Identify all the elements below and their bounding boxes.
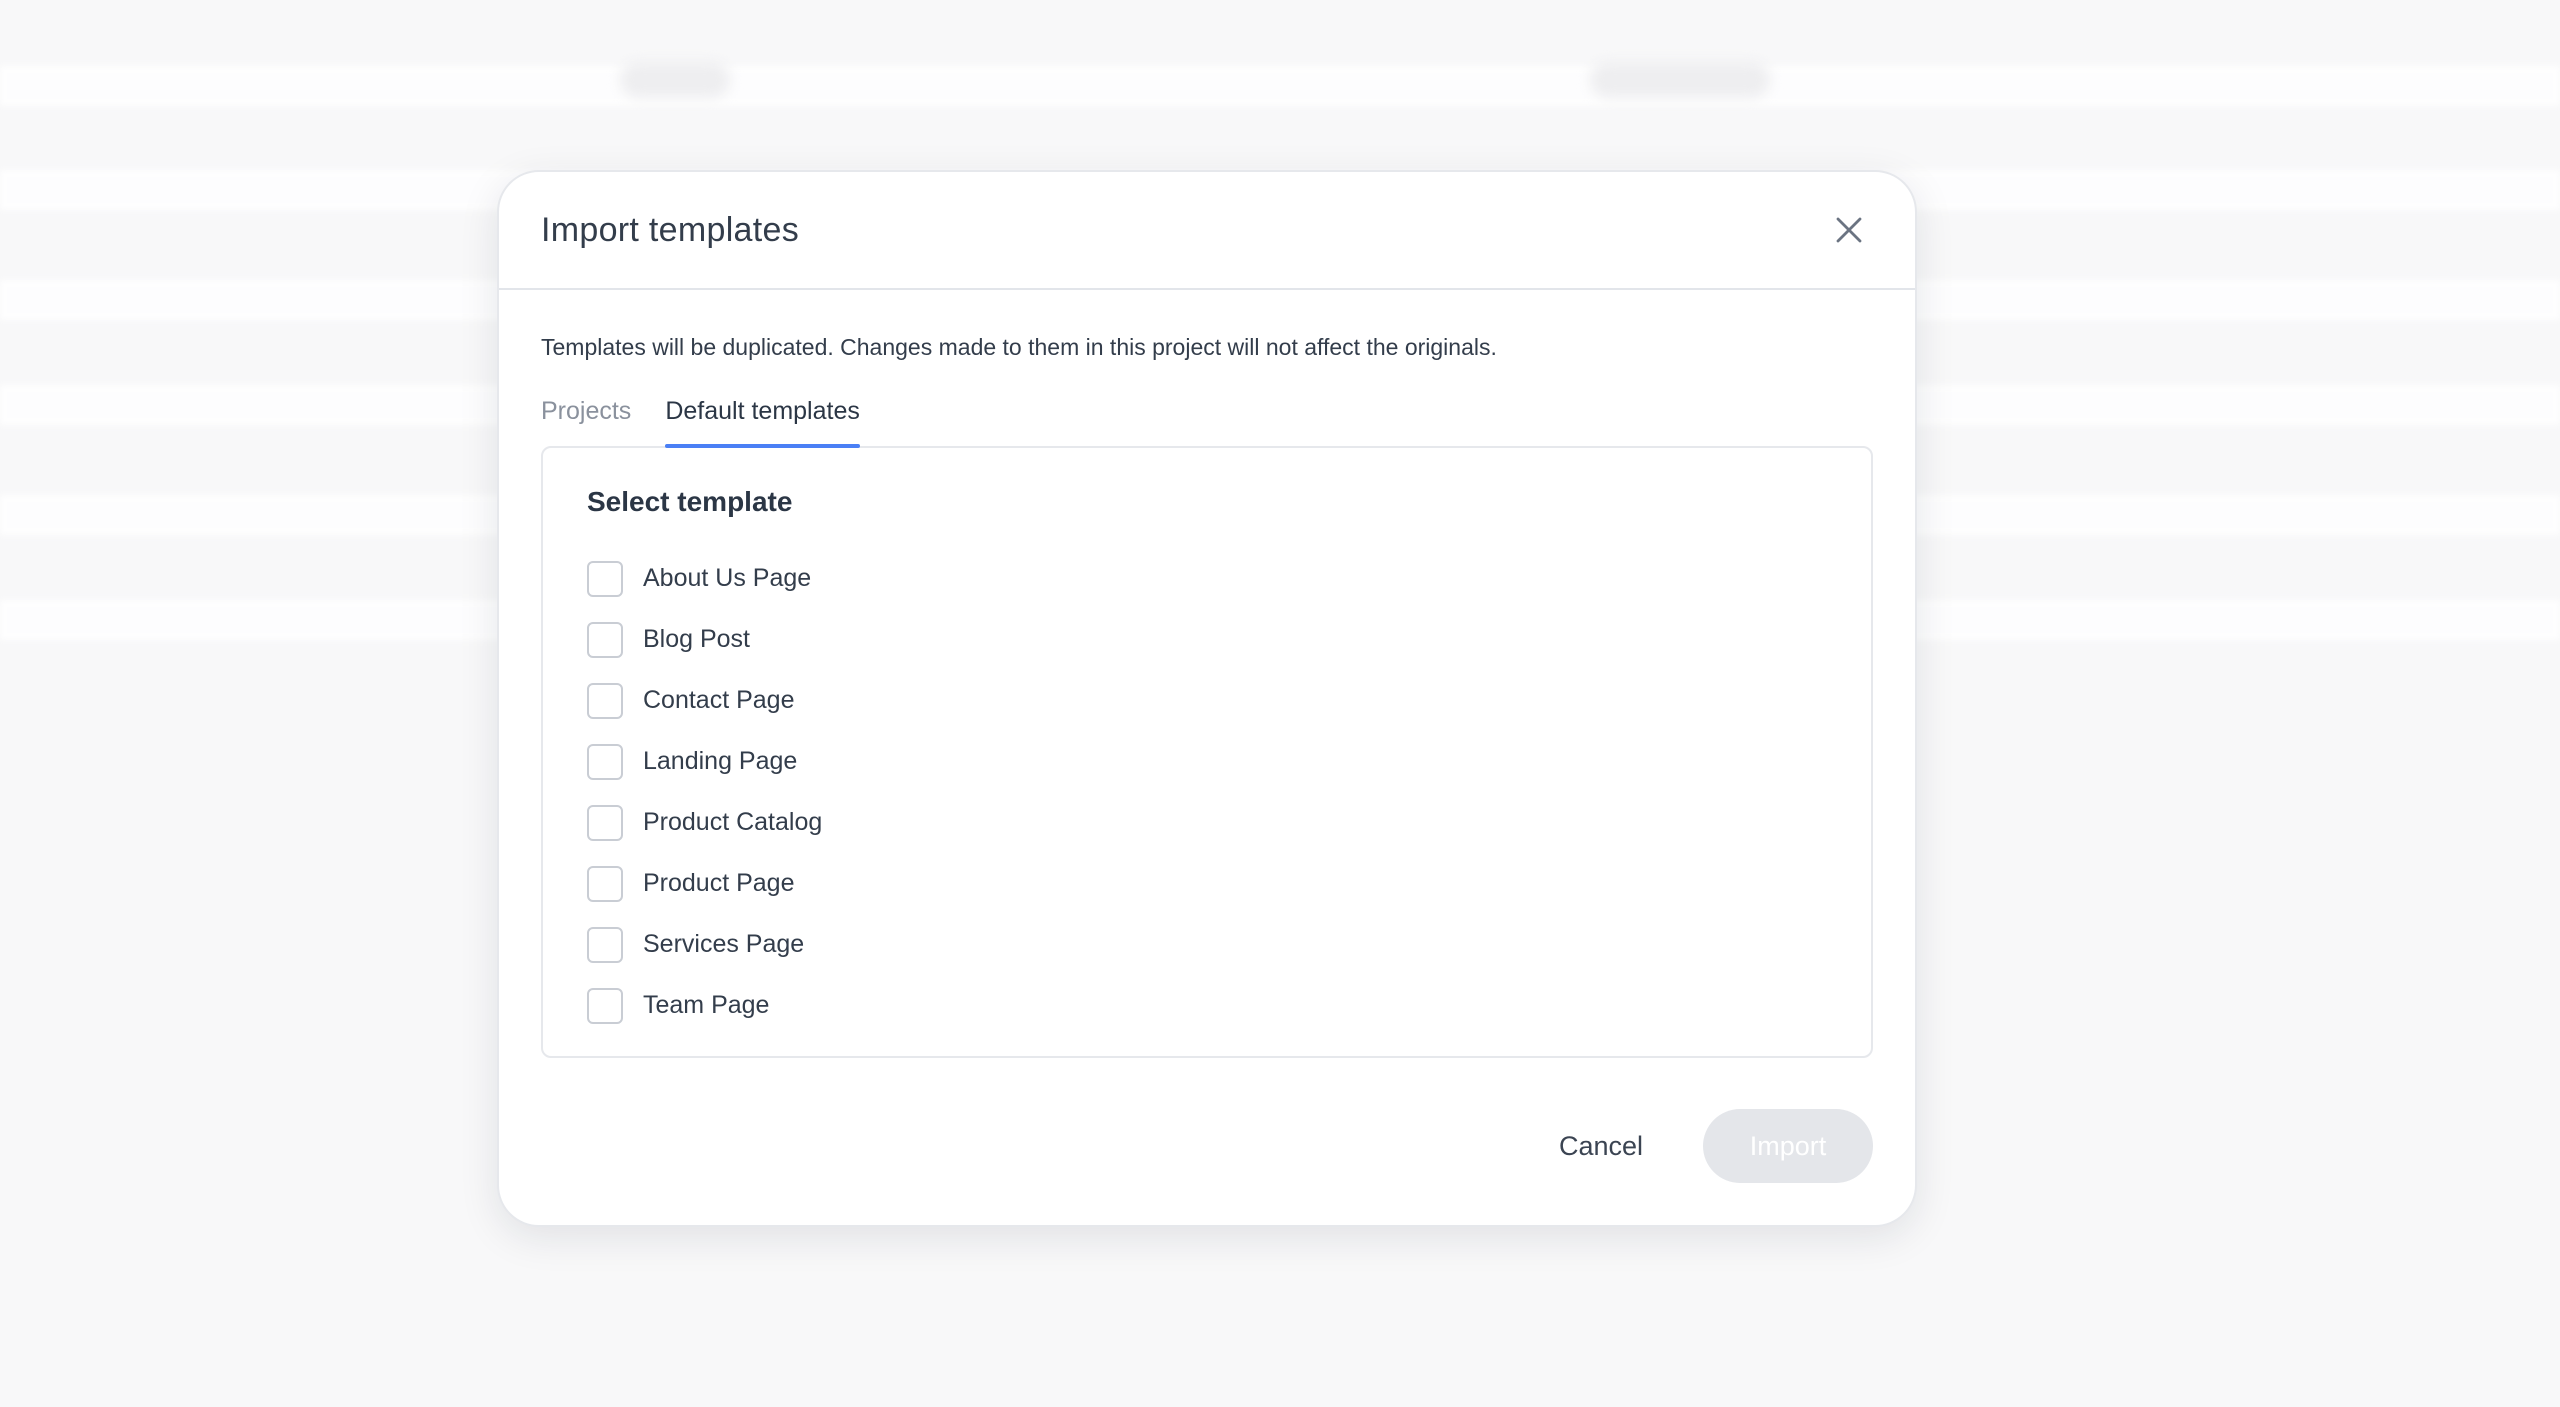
tab-projects[interactable]: Projects bbox=[541, 392, 631, 446]
import-templates-dialog: Import templates Templates will be dupli… bbox=[497, 170, 1917, 1227]
panel-title: Select template bbox=[587, 486, 793, 517]
template-option-product-catalog[interactable]: Product Catalog bbox=[587, 792, 1827, 853]
tab-bar: Projects Default templates bbox=[541, 392, 1873, 448]
checkbox[interactable] bbox=[587, 804, 623, 841]
option-label: Contact Page bbox=[643, 686, 795, 714]
option-label: Product Catalog bbox=[643, 808, 823, 836]
checkbox[interactable] bbox=[587, 621, 623, 658]
template-option-team-page[interactable]: Team Page bbox=[587, 975, 1827, 1036]
blurred-element bbox=[620, 62, 730, 98]
blurred-row bbox=[0, 66, 2560, 106]
template-option-product-page[interactable]: Product Page bbox=[587, 853, 1827, 914]
dialog-description: Templates will be duplicated. Changes ma… bbox=[541, 334, 1497, 360]
option-label: Blog Post bbox=[643, 625, 751, 653]
checkbox[interactable] bbox=[587, 987, 623, 1024]
dialog-title: Import templates bbox=[541, 210, 800, 249]
template-option-contact-page[interactable]: Contact Page bbox=[587, 670, 1827, 731]
template-selection-panel: Select template About Us Page Blog Post … bbox=[541, 446, 1873, 1058]
checkbox[interactable] bbox=[587, 682, 623, 719]
dialog-body: Templates will be duplicated. Changes ma… bbox=[499, 332, 1915, 1058]
tab-default-templates[interactable]: Default templates bbox=[665, 392, 860, 448]
template-option-landing-page[interactable]: Landing Page bbox=[587, 731, 1827, 792]
dialog-footer: Cancel Import bbox=[1529, 1109, 1873, 1183]
option-label: About Us Page bbox=[643, 564, 812, 592]
dialog-header: Import templates bbox=[499, 172, 1915, 290]
import-button[interactable]: Import bbox=[1703, 1109, 1873, 1183]
template-option-about-us-page[interactable]: About Us Page bbox=[587, 548, 1827, 609]
template-option-blog-post[interactable]: Blog Post bbox=[587, 609, 1827, 670]
checkbox[interactable] bbox=[587, 743, 623, 780]
cancel-button[interactable]: Cancel bbox=[1529, 1109, 1673, 1183]
close-icon bbox=[1836, 217, 1862, 243]
option-label: Landing Page bbox=[643, 747, 798, 775]
template-option-services-page[interactable]: Services Page bbox=[587, 914, 1827, 975]
option-label: Product Page bbox=[643, 869, 795, 897]
checkbox[interactable] bbox=[587, 865, 623, 902]
close-button[interactable] bbox=[1823, 204, 1875, 256]
checkbox[interactable] bbox=[587, 926, 623, 963]
blurred-element bbox=[1590, 62, 1770, 98]
option-label: Team Page bbox=[643, 991, 770, 1019]
option-label: Services Page bbox=[643, 930, 805, 958]
checkbox[interactable] bbox=[587, 560, 623, 597]
